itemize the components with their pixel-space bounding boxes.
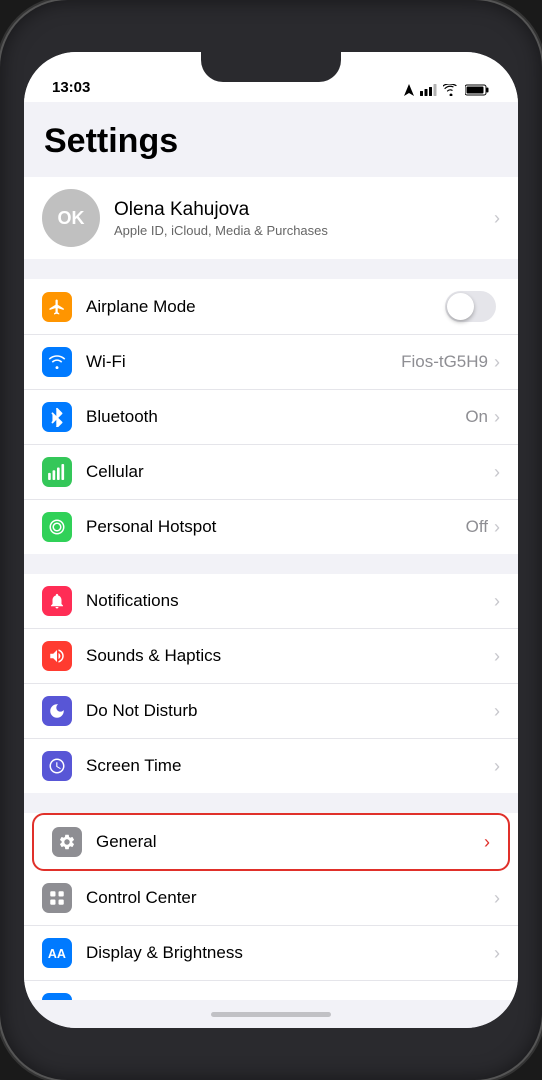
- phone-frame: 13:03: [0, 0, 542, 1080]
- bluetooth-icon: [42, 402, 72, 432]
- screentime-row[interactable]: Screen Time ›: [24, 739, 518, 793]
- battery-icon: [465, 84, 490, 96]
- bluetooth-label: Bluetooth: [86, 407, 465, 427]
- notifications-label: Notifications: [86, 591, 494, 611]
- displaybrightness-chevron: ›: [494, 943, 500, 964]
- notch: [201, 52, 341, 82]
- sounds-chevron: ›: [494, 646, 500, 667]
- settings-content: Settings OK Olena Kahujova Apple ID, iCl…: [24, 102, 518, 1000]
- controlcenter-row[interactable]: Control Center ›: [24, 871, 518, 926]
- avatar: OK: [42, 189, 100, 247]
- profile-chevron: ›: [494, 208, 500, 229]
- sounds-label: Sounds & Haptics: [86, 646, 494, 666]
- donotdisturb-label: Do Not Disturb: [86, 701, 494, 721]
- displaybrightness-row[interactable]: AA Display & Brightness ›: [24, 926, 518, 981]
- bluetooth-row[interactable]: Bluetooth On ›: [24, 390, 518, 445]
- location-icon: [404, 84, 414, 96]
- status-bar: 13:03: [24, 52, 518, 102]
- airplane-mode-toggle[interactable]: [445, 291, 496, 322]
- general-icon: [52, 827, 82, 857]
- screentime-label: Screen Time: [86, 756, 494, 776]
- airplane-mode-icon: [42, 292, 72, 322]
- cellular-chevron: ›: [494, 462, 500, 483]
- phone-screen: 13:03: [24, 52, 518, 1028]
- home-indicator: [211, 1012, 331, 1017]
- donotdisturb-icon: [42, 696, 72, 726]
- homescreen-chevron: ›: [494, 998, 500, 1001]
- displaybrightness-label: Display & Brightness: [86, 943, 494, 963]
- homescreen-label: Home Screen: [86, 998, 494, 1000]
- status-icons: [404, 84, 490, 96]
- screentime-chevron: ›: [494, 756, 500, 777]
- profile-subtitle: Apple ID, iCloud, Media & Purchases: [114, 223, 494, 238]
- controlcenter-icon: [42, 883, 72, 913]
- notifications-chevron: ›: [494, 591, 500, 612]
- cellular-row[interactable]: Cellular ›: [24, 445, 518, 500]
- sounds-icon: [42, 641, 72, 671]
- airplane-mode-row[interactable]: Airplane Mode: [24, 279, 518, 335]
- hotspot-row[interactable]: Personal Hotspot Off ›: [24, 500, 518, 554]
- general-label: General: [96, 832, 484, 852]
- wifi-row[interactable]: Wi-Fi Fios-tG5H9 ›: [24, 335, 518, 390]
- wifi-label: Wi-Fi: [86, 352, 401, 372]
- toggle-knob: [447, 293, 474, 320]
- donotdisturb-row[interactable]: Do Not Disturb ›: [24, 684, 518, 739]
- profile-row[interactable]: OK Olena Kahujova Apple ID, iCloud, Medi…: [24, 177, 518, 259]
- bluetooth-chevron: ›: [494, 407, 500, 428]
- notifications-row[interactable]: Notifications ›: [24, 574, 518, 629]
- notifications-group: Notifications › Sounds & Haptics ›: [24, 574, 518, 793]
- donotdisturb-chevron: ›: [494, 701, 500, 722]
- displaybrightness-icon: AA: [42, 938, 72, 968]
- homescreen-row[interactable]: Home Screen ›: [24, 981, 518, 1000]
- general-highlighted-wrapper: General ›: [24, 813, 518, 871]
- wifi-value: Fios-tG5H9: [401, 352, 488, 372]
- bluetooth-value: On: [465, 407, 488, 427]
- profile-name: Olena Kahujova: [114, 199, 494, 221]
- sounds-row[interactable]: Sounds & Haptics ›: [24, 629, 518, 684]
- profile-info: Olena Kahujova Apple ID, iCloud, Media &…: [114, 199, 494, 238]
- controlcenter-chevron: ›: [494, 888, 500, 909]
- airplane-mode-label: Airplane Mode: [86, 297, 445, 317]
- general-group: General › Control Center: [24, 813, 518, 1000]
- cellular-icon: [42, 457, 72, 487]
- hotspot-icon: [42, 512, 72, 542]
- svg-text:AA: AA: [48, 947, 66, 960]
- status-time: 13:03: [52, 79, 90, 96]
- home-bar: [24, 1000, 518, 1028]
- wifi-chevron: ›: [494, 352, 500, 373]
- page-title: Settings: [24, 102, 518, 177]
- wifi-status-icon: [443, 84, 459, 96]
- homescreen-icon: [42, 993, 72, 1000]
- wifi-icon: [42, 347, 72, 377]
- hotspot-chevron: ›: [494, 517, 500, 538]
- hotspot-label: Personal Hotspot: [86, 517, 466, 537]
- cellular-label: Cellular: [86, 462, 494, 482]
- controlcenter-label: Control Center: [86, 888, 494, 908]
- signal-icon: [420, 84, 437, 96]
- notifications-icon: [42, 586, 72, 616]
- screentime-icon: [42, 751, 72, 781]
- profile-section: OK Olena Kahujova Apple ID, iCloud, Medi…: [24, 177, 518, 259]
- connectivity-group: Airplane Mode Wi-Fi Fios-tG5H9 ›: [24, 279, 518, 554]
- hotspot-value: Off: [466, 517, 488, 537]
- general-chevron: ›: [484, 832, 490, 853]
- general-row[interactable]: General ›: [32, 813, 510, 871]
